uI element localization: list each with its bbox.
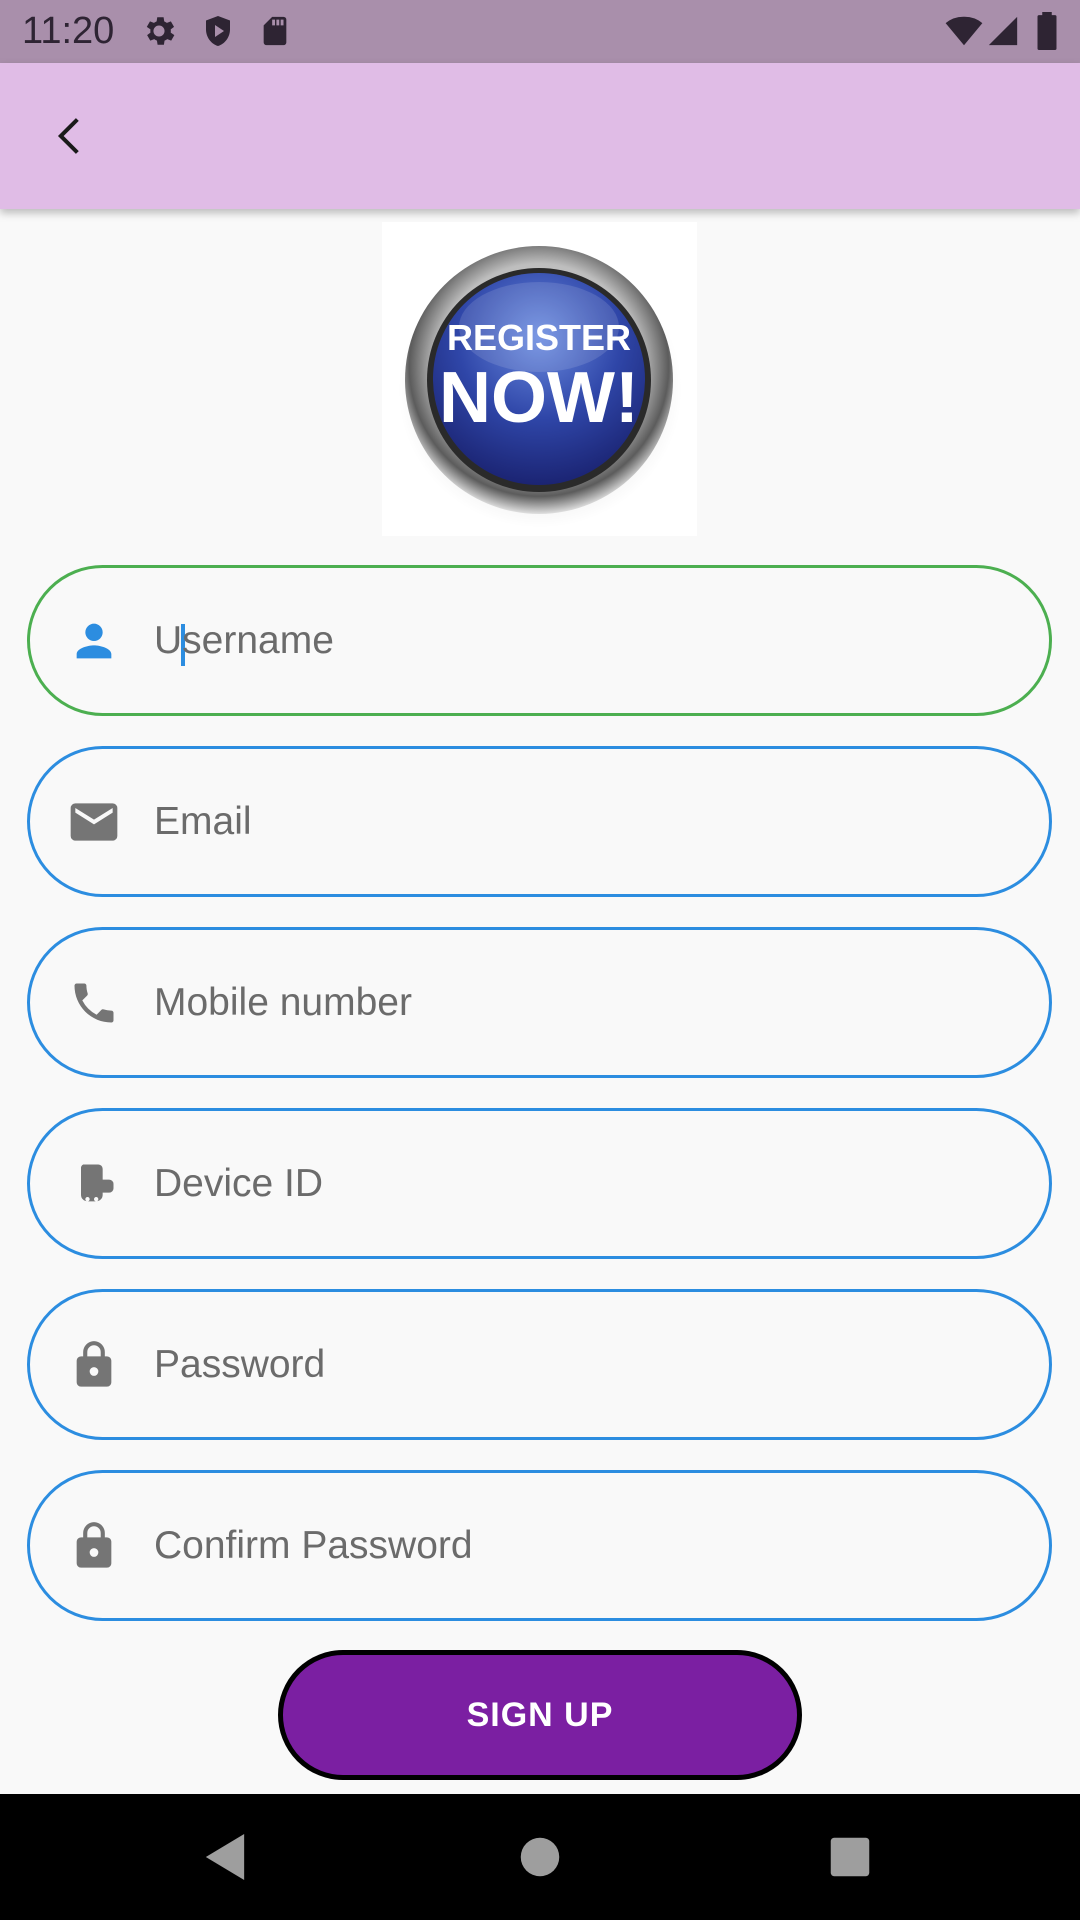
navigation-bar <box>0 1794 1080 1920</box>
home-circle-icon[interactable] <box>510 1827 570 1887</box>
back-triangle-icon[interactable] <box>195 1827 255 1887</box>
signal-icon <box>986 12 1020 52</box>
phone-icon <box>66 975 122 1031</box>
confirm-password-field[interactable] <box>27 1470 1052 1621</box>
lock-icon <box>66 1337 122 1393</box>
confirm-password-input[interactable] <box>154 1473 1014 1618</box>
status-time: 11:20 <box>22 10 115 52</box>
shield-icon <box>200 12 236 52</box>
status-bar: 11:20 <box>0 0 1080 63</box>
device-icon <box>66 1156 122 1212</box>
password-field[interactable] <box>27 1289 1052 1440</box>
wifi-icon <box>944 12 984 52</box>
logo-line2: NOW! <box>439 358 639 438</box>
email-input[interactable] <box>154 749 1014 894</box>
username-field[interactable] <box>27 565 1052 716</box>
lock-icon <box>66 1518 122 1574</box>
device-id-input[interactable] <box>154 1111 1014 1256</box>
username-input[interactable] <box>154 568 1014 713</box>
sd-card-icon <box>258 12 292 52</box>
back-button[interactable] <box>30 98 110 178</box>
password-input[interactable] <box>154 1292 1014 1437</box>
device-id-field[interactable] <box>27 1108 1052 1259</box>
mail-icon <box>66 794 122 850</box>
app-bar <box>0 63 1080 209</box>
gear-icon <box>140 12 178 52</box>
mobile-number-field[interactable] <box>27 927 1052 1078</box>
chevron-left-icon <box>48 114 92 163</box>
recents-square-icon[interactable] <box>820 1827 880 1887</box>
battery-icon <box>1036 12 1058 52</box>
signup-button[interactable]: SIGN UP <box>278 1650 802 1780</box>
logo-line1: REGISTER <box>447 317 631 358</box>
register-now-logo: REGISTER NOW! <box>382 222 697 536</box>
email-field[interactable] <box>27 746 1052 897</box>
person-icon <box>66 613 122 669</box>
mobile-number-input[interactable] <box>154 930 1014 1075</box>
